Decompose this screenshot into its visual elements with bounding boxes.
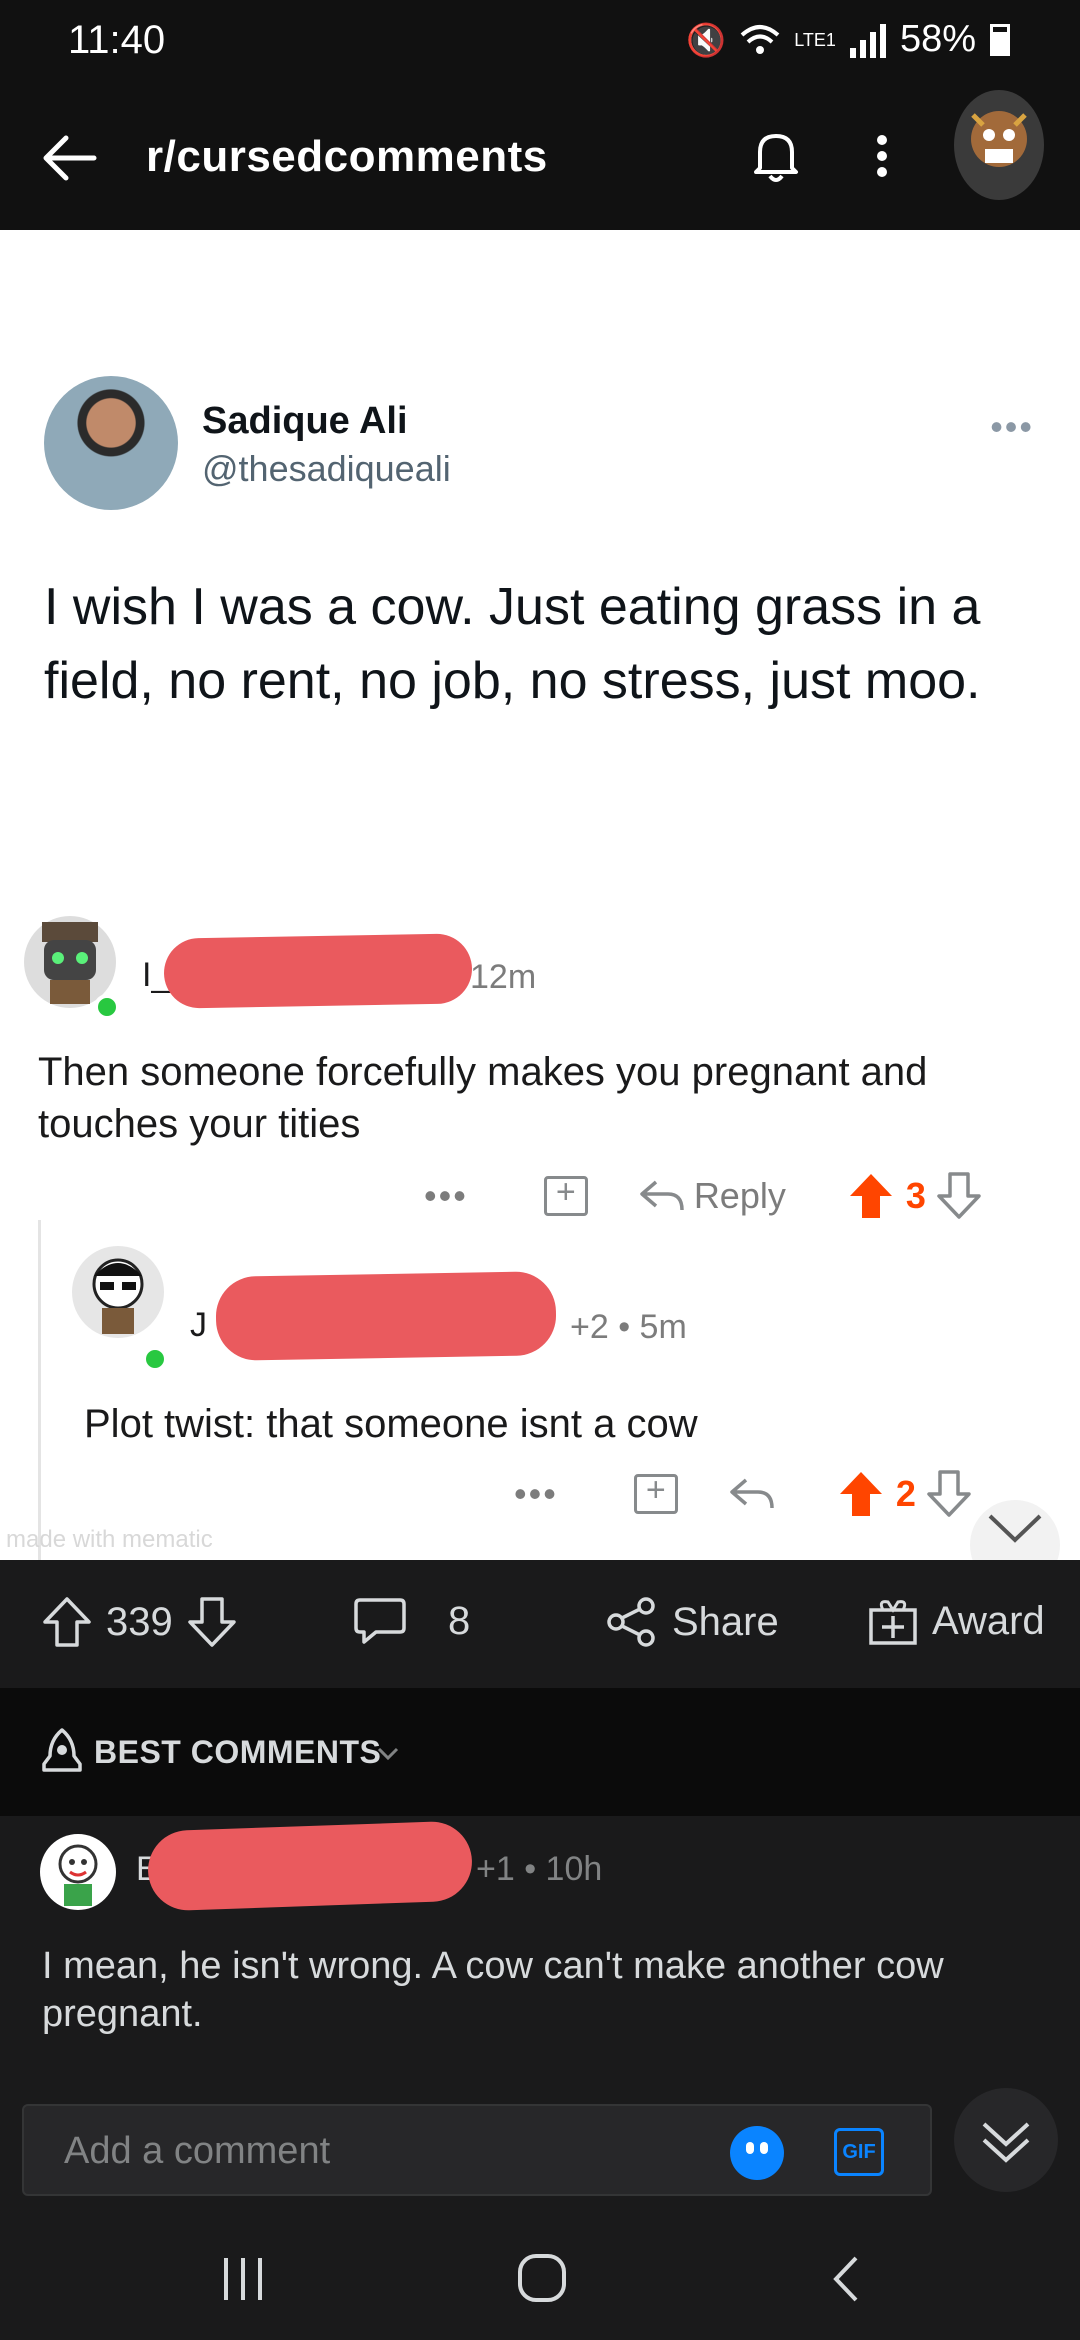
comment1-score: 3	[905, 1175, 926, 1216]
downvote-icon[interactable]	[187, 1596, 237, 1648]
comment1-reply-label[interactable]: Reply	[694, 1175, 786, 1217]
comment-placeholder: Add a comment	[64, 2130, 331, 2172]
comment-sort-bar[interactable]: BEST COMMENTS	[0, 1688, 1080, 1816]
comment1-more-icon[interactable]: •••	[424, 1175, 468, 1217]
comment2-avatar	[72, 1246, 164, 1338]
tweet-author-handle: @thesadiqueali	[202, 448, 451, 489]
comment[interactable]: E +1 • 10h I mean, he isn't wrong. A cow…	[0, 1816, 1080, 2100]
comment-count: 8	[448, 1598, 471, 1643]
sunglasses-avatar-icon	[92, 1258, 144, 1334]
sort-label: BEST COMMENTS	[94, 1734, 382, 1770]
user-avatar[interactable]	[954, 90, 1044, 200]
avatar-icon	[971, 111, 1027, 167]
watermark: made with mematic	[6, 1526, 213, 1553]
comments-button[interactable]: 8	[354, 1596, 470, 1646]
thread-line	[38, 1220, 41, 1560]
system-nav-bar	[0, 2210, 1080, 2340]
share-icon	[607, 1597, 655, 1647]
app-bar: r/cursedcomments	[0, 80, 1080, 230]
bell-icon	[754, 134, 798, 182]
post-actions-bar: 339 8 Share Award	[0, 1560, 1080, 1688]
share-label: Share	[672, 1599, 779, 1644]
signal-icon	[849, 22, 886, 58]
comment-composer: Add a comment GIF	[0, 2088, 1080, 2210]
comment2-text: Plot twist: that someone isnt a cow	[84, 1402, 698, 1446]
reply-icon[interactable]	[728, 1476, 776, 1512]
comment-meta: +1 • 10h	[476, 1850, 603, 1888]
home-icon[interactable]	[516, 2252, 568, 2304]
chevron-down-icon	[377, 1747, 399, 1761]
jump-next-button[interactable]	[954, 2088, 1058, 2192]
comment2-actions: ••• 2	[514, 1470, 972, 1518]
redaction-bar	[163, 933, 473, 1009]
comment-bubble-icon	[354, 1598, 406, 1644]
chevron-down-icon	[988, 1514, 1042, 1543]
battery-icon	[990, 23, 1010, 56]
double-chevron-down-icon	[982, 2122, 1030, 2163]
status-time: 11:40	[68, 18, 166, 62]
post-vote-count: 339	[106, 1599, 173, 1644]
back-nav-icon[interactable]	[826, 2254, 866, 2304]
gift-icon[interactable]	[543, 1173, 588, 1216]
recent-apps-icon[interactable]	[218, 2254, 268, 2304]
more-vertical-icon	[877, 135, 887, 177]
status-icons: 🔇 LTE1 58%	[686, 18, 1010, 61]
upvote-active-icon[interactable]	[838, 1470, 884, 1518]
avatar-icon	[58, 1844, 98, 1906]
post-image[interactable]: Sadique Ali @thesadiqueali ••• I wish I …	[0, 230, 1080, 1560]
gift-icon[interactable]	[633, 1471, 678, 1514]
award-button[interactable]: Award	[868, 1596, 1045, 1646]
gif-button[interactable]: GIF	[834, 2128, 884, 2176]
comment-text: I mean, he isn't wrong. A cow can't make…	[42, 1945, 944, 2035]
gift-icon	[869, 1600, 917, 1645]
comment-avatar	[40, 1834, 116, 1910]
tweet-avatar	[44, 376, 178, 510]
tweet-more-icon: •••	[990, 406, 1034, 447]
share-button[interactable]: Share	[606, 1596, 779, 1648]
battery-text: 58%	[899, 18, 976, 60]
upvote-active-icon[interactable]	[848, 1172, 894, 1220]
notification-button[interactable]	[744, 124, 808, 188]
tweet-text: I wish I was a cow. Just eating grass in…	[44, 578, 981, 710]
tweet-author-name: Sadique Ali	[202, 400, 408, 442]
redaction-bar	[215, 1271, 557, 1361]
redaction-bar	[146, 1820, 474, 1912]
wifi-icon	[740, 24, 780, 54]
arrow-left-icon	[43, 135, 97, 181]
online-indicator	[94, 994, 120, 1020]
status-bar: 11:40 🔇 LTE1 58%	[0, 0, 1080, 80]
network-label: LTE1	[794, 29, 836, 50]
comment2-more-icon[interactable]: •••	[514, 1473, 558, 1515]
comment2-meta: +2 • 5m	[570, 1308, 687, 1346]
comment1-text: Then someone forcefully makes you pregna…	[38, 1050, 928, 1146]
comment1-actions: ••• Reply 3	[424, 1172, 982, 1220]
comment-input[interactable]: Add a comment GIF	[22, 2104, 932, 2196]
vote-group: 339	[42, 1596, 237, 1648]
online-indicator	[142, 1346, 168, 1372]
comment2-username: J	[190, 1306, 207, 1344]
rocket-icon	[42, 1728, 82, 1772]
comment2-score: 2	[895, 1473, 916, 1514]
emoji-icon[interactable]	[730, 2126, 784, 2180]
downvote-icon[interactable]	[926, 1470, 972, 1518]
more-options-button[interactable]	[862, 124, 902, 188]
collapse-button[interactable]	[970, 1500, 1060, 1560]
award-label: Award	[932, 1598, 1045, 1643]
mute-icon: 🔇	[686, 21, 727, 58]
upvote-icon[interactable]	[42, 1596, 92, 1648]
subreddit-title[interactable]: r/cursedcomments	[146, 132, 548, 182]
reply-icon[interactable]	[638, 1178, 686, 1214]
back-button[interactable]	[38, 126, 102, 190]
comment1-time: 12m	[470, 958, 537, 996]
downvote-icon[interactable]	[936, 1172, 982, 1220]
